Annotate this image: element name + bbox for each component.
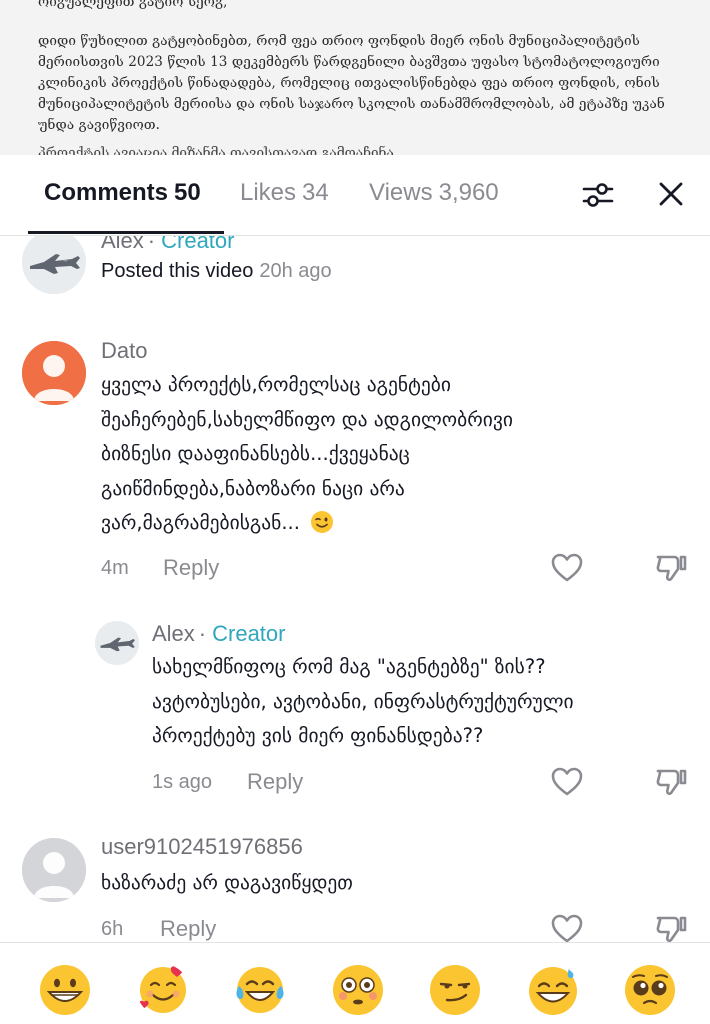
- close-icon: [659, 182, 683, 206]
- emoji-quick-bar: [0, 942, 710, 1024]
- pleading-face-emoji[interactable]: [624, 964, 676, 1016]
- tab-likes-count: 34: [302, 179, 329, 206]
- reply-button[interactable]: Reply: [163, 555, 219, 581]
- tab-views-label: Views: [369, 179, 433, 206]
- comment-line: სახელმწიფოც რომ მაგ "აგენტებზე" ზის??: [152, 655, 546, 678]
- thumbs-down-icon: [656, 769, 687, 795]
- author-name: Alex: [101, 236, 144, 253]
- smirking-face-emoji[interactable]: [429, 964, 481, 1016]
- video-document-background: ოიგუალეფით გატიო სეოგ, დიდი წუხილით გატყ…: [0, 0, 710, 155]
- avatar[interactable]: [22, 341, 86, 405]
- comment-text: სახელმწიფოც რომ მაგ "აგენტებზე" ზის?? ავ…: [152, 650, 652, 754]
- tab-comments-label: Comments: [44, 179, 169, 206]
- heart-outline-icon: [551, 767, 583, 796]
- comment-author[interactable]: Alex · Creator: [152, 621, 285, 647]
- like-button[interactable]: [550, 912, 584, 942]
- comment-time: 1s ago: [152, 771, 213, 793]
- document-line-bottom: პროექტის ავიაცია მიზანმა თავისთავად გამო…: [38, 145, 394, 155]
- tab-views-count: 3,960: [438, 179, 499, 206]
- separator-dot: ·: [198, 621, 207, 646]
- grinning-face-with-sweat-emoji[interactable]: [527, 964, 579, 1016]
- fighter-jet-avatar-icon: [95, 621, 139, 665]
- avatar[interactable]: [22, 838, 86, 902]
- thumbs-down-icon: [656, 916, 687, 942]
- comment-author[interactable]: Dato: [101, 338, 147, 364]
- grinning-face-emoji[interactable]: [39, 964, 91, 1016]
- comment-time: 4m: [101, 557, 129, 579]
- like-button[interactable]: [550, 765, 584, 799]
- comment-line: ბიზნესი დააფინანსებს...ქვეყანაც: [101, 442, 410, 465]
- document-text: ოიგუალეფით გატიო სეოგ, დიდი წუხილით გატყ…: [38, 0, 688, 148]
- fighter-jet-avatar-icon: [22, 236, 86, 294]
- document-line-top: ოიგუალეფით გატიო სეოგ,: [38, 0, 228, 10]
- tab-bar: Comments 50 Likes 34 Views 3,960: [0, 155, 710, 235]
- tab-views[interactable]: Views 3,960: [369, 179, 499, 207]
- comment-line: შეაჩერებენ,სახელმწიფო და ადგილობრივი: [101, 407, 513, 431]
- comment-text: ხაზარაძე არ დაგავიწყდეთ: [101, 866, 621, 901]
- face-with-tears-of-joy-emoji[interactable]: [234, 964, 286, 1016]
- comment-author[interactable]: user9102451976856: [101, 834, 303, 860]
- separator-dot: ·: [147, 236, 156, 253]
- comment-line: გაიწმინდება,ნაბოზარი ნაცი არა: [101, 476, 405, 500]
- winking-face-icon: [311, 511, 334, 533]
- default-user-avatar-icon: [22, 838, 86, 902]
- close-button[interactable]: [654, 177, 688, 211]
- posted-video-line: Posted this video 20h ago: [101, 260, 332, 283]
- flushed-face-emoji[interactable]: [332, 964, 384, 1016]
- avatar[interactable]: [22, 236, 86, 294]
- creator-badge: Creator: [161, 236, 235, 253]
- comment-line: ყველა პროექტს,რომელსაც აგენტები: [101, 373, 451, 396]
- comment-list: Alex · Creator Posted this video 20h ago Da…: [0, 236, 710, 942]
- default-user-avatar-icon: [22, 341, 86, 405]
- smiling-face-with-hearts-emoji[interactable]: [137, 964, 189, 1016]
- filter-button[interactable]: [580, 177, 616, 213]
- comment-line: ვარ,მაგრამებისგან...: [101, 506, 621, 541]
- document-paragraph: დიდი წუხილით გატყობინებთ, რომ ფეა თრიო ფ…: [38, 33, 665, 133]
- avatar[interactable]: [95, 621, 139, 665]
- tab-comments-count: 50: [174, 179, 201, 206]
- comment-text: ყველა პროექტს,რომელსაც აგენტები შეაჩერებ…: [101, 368, 621, 541]
- comment-time: 20h ago: [259, 260, 332, 282]
- posted-label: Posted this video: [101, 260, 254, 282]
- tab-comments[interactable]: Comments 50: [44, 179, 201, 207]
- tab-likes-label: Likes: [240, 179, 297, 206]
- comment-line: ავტობუსები, ავტობანი, ინფრასტრუქტურული: [152, 689, 574, 713]
- dislike-button[interactable]: [654, 765, 688, 799]
- thumbs-down-icon: [656, 555, 687, 581]
- comments-sheet: Comments 50 Likes 34 Views 3,960 Alex · …: [0, 155, 710, 1024]
- comment-line-text: ვარ,მაგრამებისგან...: [101, 511, 300, 534]
- heart-outline-icon: [551, 914, 583, 942]
- creator-badge: Creator: [212, 621, 286, 646]
- author-name: Alex: [152, 621, 195, 646]
- heart-outline-icon: [551, 553, 583, 582]
- active-tab-indicator: [28, 231, 224, 234]
- reply-button[interactable]: Reply: [160, 916, 216, 942]
- comment-line: პროექტებუ ვის მიერ ფინანსდება??: [152, 724, 484, 747]
- like-button[interactable]: [550, 551, 584, 585]
- comment-time: 6h: [101, 918, 124, 940]
- reply-button[interactable]: Reply: [247, 769, 303, 795]
- comment-author[interactable]: Alex · Creator: [101, 236, 234, 254]
- dislike-button[interactable]: [654, 912, 688, 942]
- comment-line: ხაზარაძე არ დაგავიწყდეთ: [101, 871, 353, 894]
- tab-likes[interactable]: Likes 34: [240, 179, 329, 207]
- sliders-icon: [582, 183, 614, 207]
- dislike-button[interactable]: [654, 551, 688, 585]
